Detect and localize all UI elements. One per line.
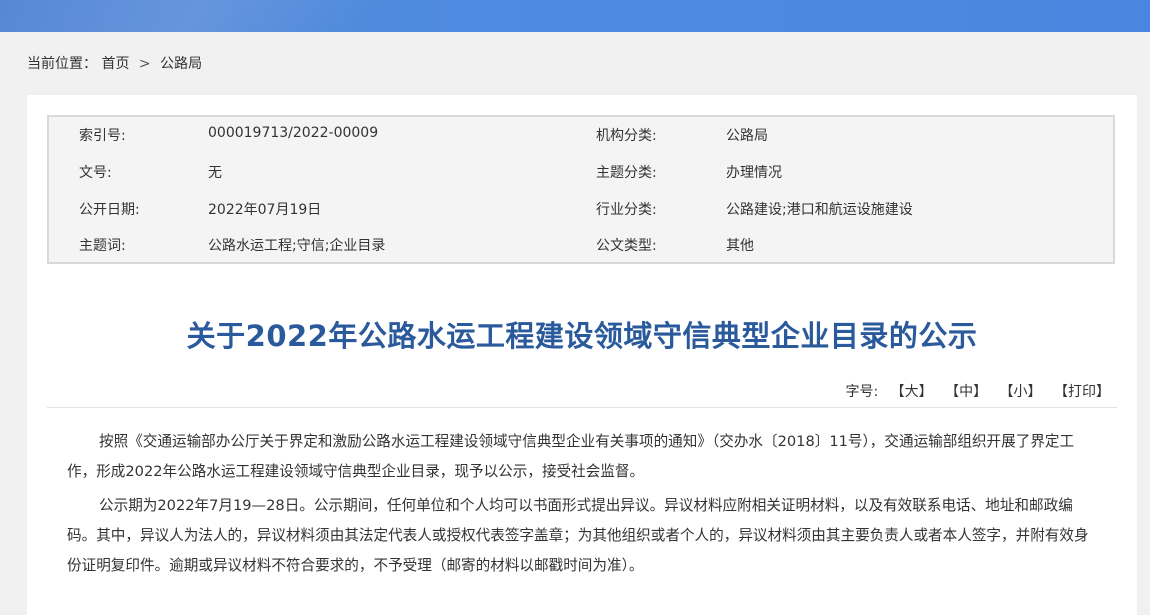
metadata-label: 公文类型: xyxy=(596,238,657,254)
breadcrumb: 当前位置： 首页 > 公路局 xyxy=(27,53,202,73)
breadcrumb-separator: > xyxy=(138,56,151,72)
body-paragraph: 公示期为2022年7月19—28日。公示期间，任何单位和个人均可以书面形式提出异… xyxy=(67,497,1089,574)
breadcrumb-current-link[interactable]: 公路局 xyxy=(160,56,202,72)
article-card: 索引号: 000019713/2022-00009 机构分类: 公路局 文号: … xyxy=(27,95,1137,615)
article-title: 关于2022年公路水运工程建设领域守信典型企业目录的公示 xyxy=(186,319,978,353)
metadata-label: 主题词: xyxy=(79,238,126,254)
font-size-label: 字号: xyxy=(845,384,879,400)
metadata-label: 机构分类: xyxy=(596,128,657,144)
metadata-value: 公路建设;港口和航运设施建设 xyxy=(726,202,913,218)
metadata-value: 公路局 xyxy=(726,128,768,144)
metadata-value: 其他 xyxy=(726,238,754,254)
metadata-value: 办理情况 xyxy=(726,165,782,181)
metadata-value: 公路水运工程;守信;企业目录 xyxy=(208,238,386,254)
metadata-value: 2022年07月19日 xyxy=(208,202,322,218)
metadata-label: 公开日期: xyxy=(79,202,140,218)
metadata-value: 000019713/2022-00009 xyxy=(208,125,379,141)
metadata-label: 索引号: xyxy=(79,128,126,144)
top-banner xyxy=(0,0,1150,32)
breadcrumb-home-link[interactable]: 首页 xyxy=(101,56,129,72)
metadata-label: 主题分类: xyxy=(596,165,657,181)
font-size-controls: 字号: 【大】 【中】 【小】 【打印】 xyxy=(845,381,1110,401)
article-body: 按照《交通运输部办公厅关于界定和激励公路水运工程建设领域守信典型企业有关事项的通… xyxy=(67,427,1099,585)
banner-decoration xyxy=(0,0,494,32)
metadata-label: 文号: xyxy=(79,165,112,181)
print-button[interactable]: 【打印】 xyxy=(1054,384,1110,400)
font-medium-button[interactable]: 【中】 xyxy=(945,384,987,400)
divider xyxy=(47,407,1117,408)
metadata-label: 行业分类: xyxy=(596,202,657,218)
font-large-button[interactable]: 【大】 xyxy=(891,384,933,400)
breadcrumb-prefix: 当前位置： xyxy=(27,56,97,72)
body-paragraph: 按照《交通运输部办公厅关于界定和激励公路水运工程建设领域守信典型企业有关事项的通… xyxy=(67,433,1075,480)
metadata-table: 索引号: 000019713/2022-00009 机构分类: 公路局 文号: … xyxy=(47,115,1115,264)
metadata-value: 无 xyxy=(208,165,222,181)
font-small-button[interactable]: 【小】 xyxy=(1000,384,1042,400)
